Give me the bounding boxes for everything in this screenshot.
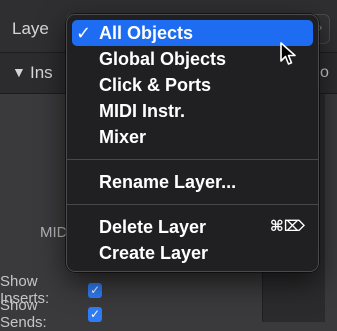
inspector-section-label: Ins — [30, 63, 53, 82]
partial-label-midi: MID — [40, 224, 68, 241]
menu-item-label: Global Objects — [99, 49, 227, 69]
mouse-pointer-icon — [280, 42, 296, 65]
show-sends-checkbox[interactable]: ✓ — [88, 306, 102, 322]
menu-item-global-objects[interactable]: Global Objects — [72, 46, 313, 72]
menu-item-mixer[interactable]: Mixer — [72, 124, 313, 150]
menu-item-label: Create Layer — [99, 243, 209, 263]
show-sends-row: Show Sends: ✓ — [0, 297, 102, 331]
show-inserts-checkbox[interactable]: ✓ — [88, 282, 102, 298]
menu-item-all-objects[interactable]: ✓ All Objects — [72, 20, 313, 46]
menu-item-label: Mixer — [99, 127, 147, 147]
menu-item-rename-layer[interactable]: Rename Layer... — [72, 169, 313, 195]
layer-label: Laye — [12, 19, 49, 38]
delete-shortcut-label: ⌘⌦ — [269, 218, 305, 235]
menu-item-click-ports[interactable]: Click & Ports — [72, 72, 313, 98]
menu-item-create-layer[interactable]: Create Layer — [72, 240, 313, 266]
menu-separator — [67, 159, 318, 160]
menu-item-delete-layer[interactable]: Delete Layer ⌘⌦ — [72, 214, 313, 240]
menu-item-label: Rename Layer... — [99, 172, 237, 192]
menu-item-label: Click & Ports — [99, 75, 212, 95]
show-sends-label: Show Sends: — [0, 297, 47, 331]
edge-column — [325, 94, 337, 322]
menu-item-label: All Objects — [99, 23, 194, 43]
right-column-label: o — [318, 53, 337, 93]
menu-item-label: MIDI Instr. — [99, 101, 186, 121]
checkmark-icon: ✓ — [76, 23, 92, 43]
disclosure-triangle-icon[interactable]: ▼ — [12, 64, 26, 80]
menu-item-midi-instr[interactable]: MIDI Instr. — [72, 98, 313, 124]
menu-separator — [67, 204, 318, 205]
menu-item-label: Delete Layer — [99, 217, 207, 237]
